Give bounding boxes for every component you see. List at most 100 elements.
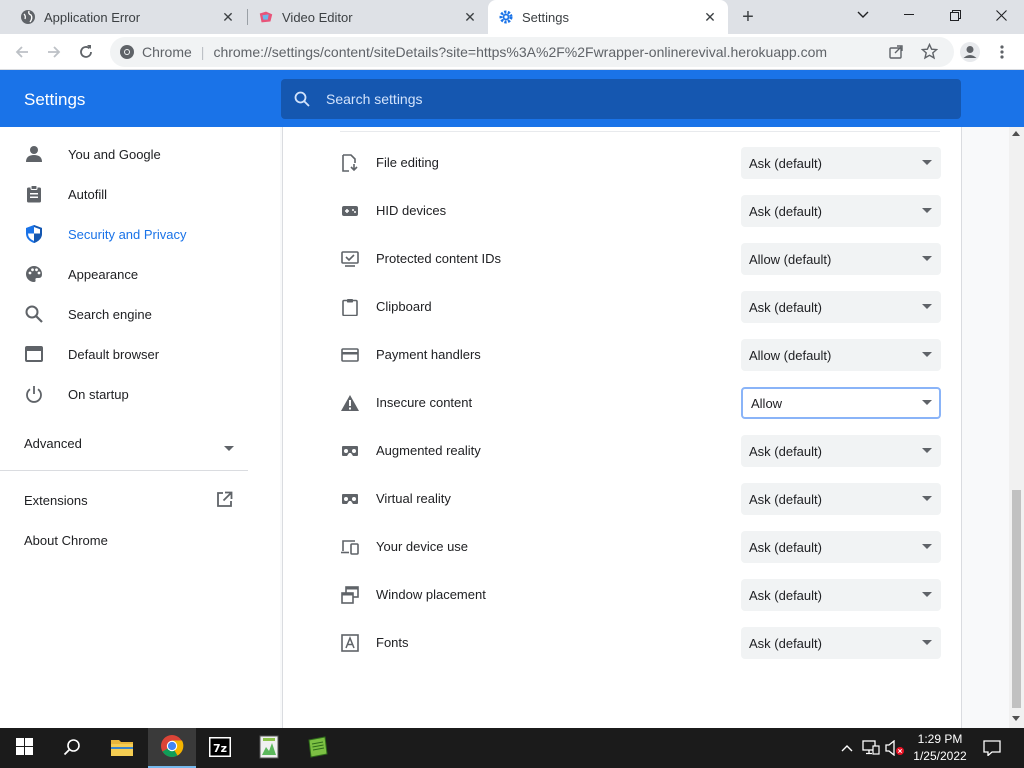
clock-time: 1:29 PM <box>917 732 963 746</box>
green-document-icon <box>258 735 280 762</box>
sidebar-item-default-browser[interactable]: Default browser <box>0 334 260 374</box>
show-hidden-icons-chevron[interactable] <box>838 728 856 768</box>
close-tab-icon[interactable]: ✕ <box>702 9 718 25</box>
scrollbar-thumb[interactable] <box>1012 490 1021 708</box>
permission-label: File editing <box>376 155 439 170</box>
sidebar-item-label: Search engine <box>68 306 152 322</box>
permission-select[interactable]: Ask (default) <box>741 531 941 563</box>
taskbar-search-button[interactable] <box>48 728 96 768</box>
advanced-label: Advanced <box>24 435 82 451</box>
permission-select[interactable]: Allow (default) <box>741 339 941 371</box>
sidebar-item-on-startup[interactable]: On startup <box>0 374 260 414</box>
tab-application-error[interactable]: Application Error ✕ <box>0 0 246 34</box>
sidebar-advanced-toggle[interactable]: Advanced <box>24 428 234 458</box>
gear-icon <box>498 9 514 25</box>
dropdown-arrow-icon <box>922 640 932 645</box>
dropdown-arrow-icon <box>922 352 932 357</box>
permission-select[interactable]: Ask (default) <box>741 435 941 467</box>
permission-row-virtual-reality: Virtual reality Ask (default) <box>282 475 962 523</box>
folder-icon <box>110 737 134 760</box>
share-icon[interactable] <box>888 44 904 63</box>
site-label: Chrome <box>142 44 192 60</box>
notifications-icon[interactable] <box>980 728 1004 768</box>
permission-select[interactable]: Allow (default) <box>741 243 941 275</box>
taskbar-7zip[interactable]: 7z <box>196 728 244 768</box>
sidebar-item-label: You and Google <box>68 146 161 162</box>
close-tab-icon[interactable]: ✕ <box>462 9 478 25</box>
taskbar-file-explorer[interactable] <box>98 728 146 768</box>
caret-down-icon <box>224 440 234 455</box>
minimize-button[interactable] <box>886 0 932 30</box>
green-notepad-icon <box>306 735 330 761</box>
select-value: Allow <box>751 395 783 411</box>
search-input[interactable] <box>326 91 926 107</box>
permission-row-hid-devices: HID devices Ask (default) <box>282 187 962 235</box>
select-value: Ask (default) <box>749 443 822 459</box>
devices-icon <box>340 537 360 557</box>
palette-icon <box>24 264 44 284</box>
sidebar-item-label: Security and Privacy <box>68 226 187 242</box>
tab-video-editor[interactable]: Video Editor ✕ <box>248 0 488 34</box>
close-window-button[interactable] <box>978 0 1024 30</box>
file-edit-icon <box>340 153 360 173</box>
sidebar-item-about-chrome[interactable]: About Chrome <box>24 525 108 555</box>
forward-arrow-icon[interactable] <box>42 40 66 64</box>
bookmark-star-icon[interactable] <box>920 42 939 63</box>
scroll-down-arrow-icon[interactable] <box>1012 716 1020 721</box>
permission-select[interactable]: Ask (default) <box>741 147 941 179</box>
address-bar[interactable]: Chrome | chrome://settings/content/siteD… <box>110 37 954 67</box>
sidebar-item-autofill[interactable]: Autofill <box>0 174 260 214</box>
chrome-logo-icon <box>160 734 184 761</box>
restore-button[interactable] <box>932 0 978 30</box>
warning-icon <box>340 393 360 413</box>
dropdown-arrow-icon <box>922 400 932 405</box>
permission-row-augmented-reality: Augmented reality Ask (default) <box>282 427 962 475</box>
tab-search-chevron-icon[interactable] <box>840 0 886 30</box>
network-icon[interactable] <box>860 728 882 768</box>
taskbar-chrome[interactable] <box>148 728 196 768</box>
profile-avatar-icon[interactable] <box>958 40 982 64</box>
select-value: Ask (default) <box>749 203 822 219</box>
select-value: Ask (default) <box>749 491 822 507</box>
sidebar-item-extensions[interactable]: Extensions <box>24 485 236 515</box>
select-value: Ask (default) <box>749 539 822 555</box>
globe-icon <box>20 9 36 25</box>
back-arrow-icon[interactable] <box>10 40 34 64</box>
permission-row-insecure-content: Insecure content Allow <box>282 379 962 427</box>
permission-label: Insecure content <box>376 395 473 410</box>
system-clock[interactable]: 1:29 PM 1/25/2022 <box>905 731 975 765</box>
tab-settings[interactable]: Settings ✕ <box>488 0 728 34</box>
svg-text:7z: 7z <box>213 742 227 755</box>
taskbar-app-green[interactable] <box>245 728 293 768</box>
taskbar-app-notepad[interactable] <box>294 728 342 768</box>
scroll-up-arrow-icon[interactable] <box>1012 131 1020 136</box>
permission-row-fonts: Fonts Ask (default) <box>282 619 962 667</box>
settings-search-box[interactable] <box>281 79 961 119</box>
select-value: Allow (default) <box>749 347 832 363</box>
close-tab-icon[interactable]: ✕ <box>220 9 236 25</box>
permission-select[interactable]: Ask (default) <box>741 579 941 611</box>
permission-select[interactable]: Ask (default) <box>741 195 941 227</box>
permission-select[interactable]: Ask (default) <box>741 627 941 659</box>
sidebar-item-appearance[interactable]: Appearance <box>0 254 260 294</box>
sidebar-item-label: Default browser <box>68 346 160 362</box>
page-scrollbar[interactable] <box>1009 127 1024 728</box>
permission-label: Protected content IDs <box>376 251 502 266</box>
sidebar-item-you-and-google[interactable]: You and Google <box>0 134 260 174</box>
permission-select[interactable]: Allow <box>741 387 941 419</box>
reload-icon[interactable] <box>74 40 98 64</box>
permission-select[interactable]: Ask (default) <box>741 291 941 323</box>
volume-muted-icon[interactable] <box>884 728 906 768</box>
url-text[interactable]: chrome://settings/content/siteDetails?si… <box>213 44 827 60</box>
search-icon <box>24 304 44 324</box>
tab-title: Video Editor <box>282 9 353 25</box>
new-tab-button[interactable]: + <box>736 5 760 29</box>
sidebar-item-search-engine[interactable]: Search engine <box>0 294 260 334</box>
select-value: Ask (default) <box>749 635 822 651</box>
sidebar-item-security-and-privacy[interactable]: Security and Privacy <box>0 214 260 254</box>
permission-select[interactable]: Ask (default) <box>741 483 941 515</box>
more-menu-icon[interactable] <box>990 40 1014 64</box>
video-editor-icon <box>258 9 274 25</box>
start-button[interactable] <box>0 728 48 768</box>
permission-label: Fonts <box>376 635 409 650</box>
